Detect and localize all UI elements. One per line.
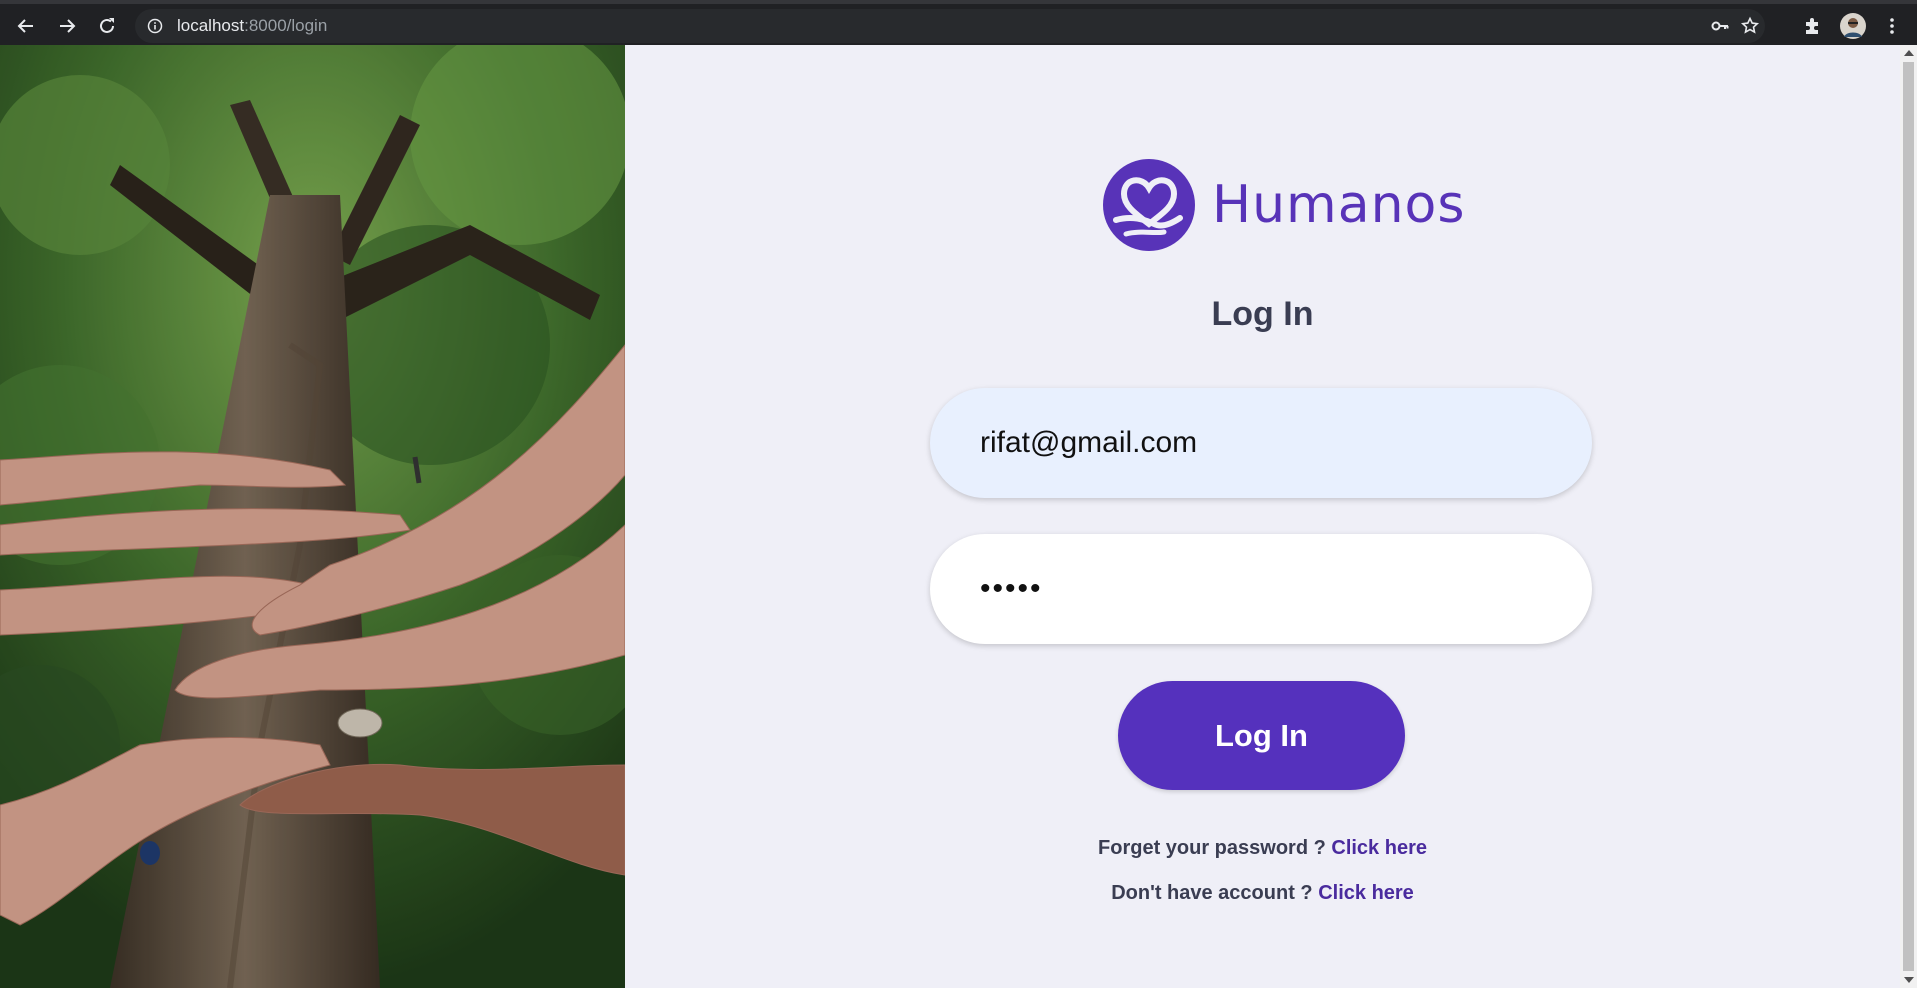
reload-icon [100, 18, 114, 33]
forward-button[interactable] [53, 12, 81, 40]
scroll-down-arrow-icon[interactable] [1904, 977, 1914, 983]
puzzle-icon [1806, 18, 1818, 34]
signup-text: Don't have account ? [1111, 882, 1319, 904]
forgot-password-text: Forget your password ? [1098, 837, 1332, 859]
login-panel: Humanos Log In Log In Forget your passwo… [625, 45, 1900, 988]
brand: Humanos [1102, 158, 1465, 252]
signup-row: Don't have account ? Click here [625, 882, 1900, 905]
menu-button[interactable] [1878, 12, 1906, 40]
login-button[interactable]: Log In [1118, 681, 1405, 790]
star-icon[interactable] [1740, 16, 1760, 36]
avatar [1840, 13, 1866, 39]
reload-button[interactable] [93, 12, 121, 40]
extensions-button[interactable] [1798, 12, 1826, 40]
key-icon[interactable] [1710, 16, 1730, 36]
password-field[interactable] [930, 534, 1592, 644]
address-bar[interactable]: localhost:8000/login [135, 9, 1765, 43]
brand-name: Humanos [1212, 175, 1466, 235]
email-field[interactable] [930, 388, 1592, 498]
info-icon[interactable] [147, 18, 163, 34]
hands-on-tree-trunk-photo [0, 45, 625, 988]
forgot-password-link[interactable]: Click here [1331, 837, 1427, 859]
page-viewport: Humanos Log In Log In Forget your passwo… [0, 45, 1900, 988]
hero-image [0, 45, 625, 988]
forward-arrow-icon [60, 19, 76, 33]
scroll-up-arrow-icon[interactable] [1904, 50, 1914, 56]
kebab-menu-icon [1890, 18, 1894, 34]
scrollbar-thumb[interactable] [1903, 62, 1914, 971]
url-host: localhost [177, 16, 245, 35]
forgot-password-row: Forget your password ? Click here [625, 837, 1900, 860]
heart-hands-logo [1103, 159, 1195, 251]
browser-toolbar: localhost:8000/login [0, 0, 1917, 45]
back-button[interactable] [12, 12, 40, 40]
url-text: localhost:8000/login [177, 9, 327, 43]
profile-button[interactable] [1839, 12, 1867, 40]
url-path: :8000/login [244, 16, 328, 35]
page-title: Log In [1211, 295, 1314, 333]
back-arrow-icon [17, 19, 33, 33]
signup-link[interactable]: Click here [1318, 882, 1414, 904]
page-scrollbar[interactable] [1900, 45, 1917, 988]
